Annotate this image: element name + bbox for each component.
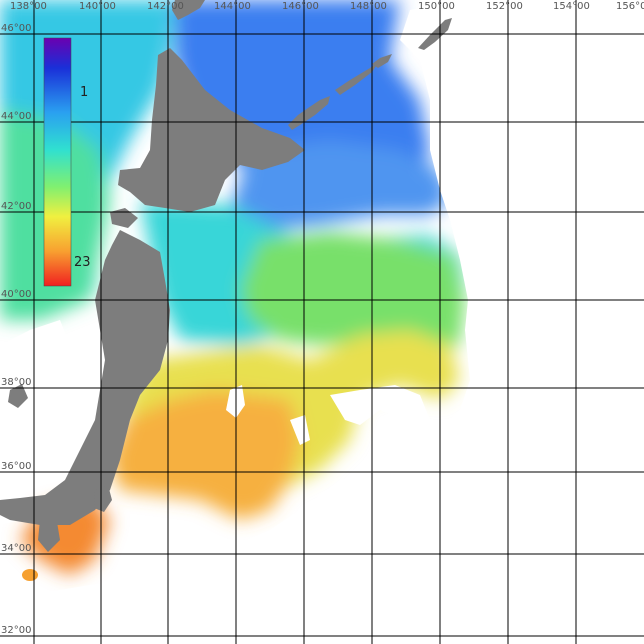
lon-label-150: 150°00	[418, 1, 455, 12]
map-canvas: 138°00 140°00 142°00 144°00 146°00 148°0…	[0, 0, 644, 644]
lat-label-44: 44°00	[1, 111, 31, 122]
lat-label-42: 42°00	[1, 201, 31, 212]
lon-label-156: 156°0	[616, 1, 644, 12]
tsugaru-peninsula	[110, 208, 138, 228]
colorbar-min-label: 23	[74, 255, 91, 270]
lon-label-140: 140°00	[79, 1, 116, 12]
lat-label-46: 46°00	[1, 23, 31, 34]
lat-label-40: 40°00	[1, 289, 31, 300]
lat-label-38: 38°00	[1, 377, 31, 388]
lon-label-138: 138°00	[10, 1, 47, 12]
sst-map: 138°00 140°00 142°00 144°00 146°00 148°0…	[0, 0, 644, 644]
lon-label-144: 144°00	[214, 1, 251, 12]
colorbar-gradient	[43, 37, 72, 287]
lon-label-142: 142°00	[147, 1, 184, 12]
latitude-labels: 46°00 44°00 42°00 40°00 38°00 36°00 34°0…	[1, 23, 31, 636]
lat-label-32: 32°00	[1, 625, 31, 636]
lat-label-36: 36°00	[1, 461, 31, 472]
lat-label-34: 34°00	[1, 543, 31, 554]
lon-label-148: 148°00	[350, 1, 387, 12]
colorbar-max-label: 1	[80, 85, 88, 100]
lon-label-152: 152°00	[486, 1, 523, 12]
lon-label-146: 146°00	[282, 1, 319, 12]
mid-green-band	[240, 232, 465, 350]
lon-label-154: 154°00	[553, 1, 590, 12]
